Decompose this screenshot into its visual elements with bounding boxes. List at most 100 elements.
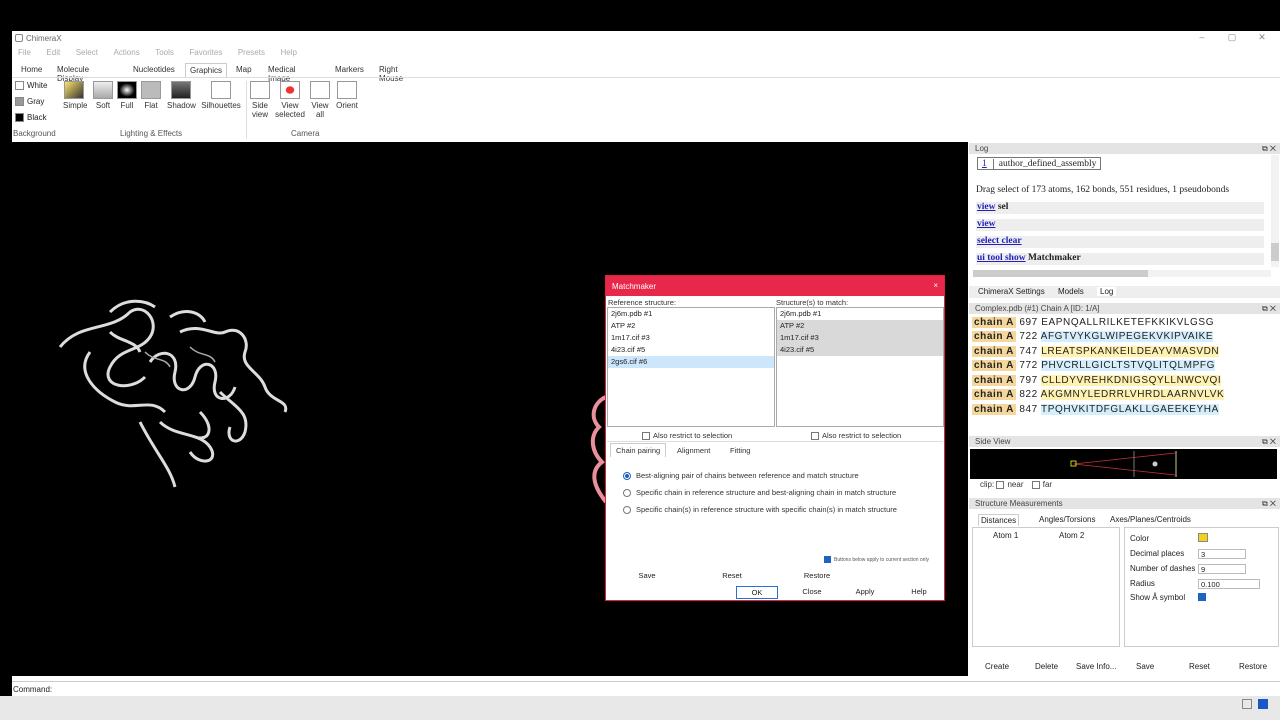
log-vertical-scrollbar[interactable]: [1271, 155, 1279, 267]
tab-graphics[interactable]: Graphics: [185, 63, 228, 78]
ref-item[interactable]: 2j6m.pdb #1: [608, 308, 774, 320]
tab-models[interactable]: Models: [1058, 287, 1084, 296]
side-view-canvas[interactable]: [970, 449, 1277, 479]
tab-chimerax-settings[interactable]: ChimeraX Settings: [978, 287, 1045, 296]
reference-list[interactable]: 2j6m.pdb #1 ATP #2 1m17.cif #3 4i23.cif …: [607, 307, 775, 427]
match-item[interactable]: ATP #2: [777, 320, 943, 332]
restore-button[interactable]: Restore: [796, 570, 838, 583]
sequence-row[interactable]: chain A 822 AKGMNYLEDRRLVHRDLAARNVLVK: [972, 389, 1225, 402]
save-button[interactable]: Save: [626, 570, 668, 583]
dashes-spinbox[interactable]: 9: [1198, 564, 1246, 574]
far-checkbox[interactable]: [1031, 480, 1040, 489]
ref-item-selected[interactable]: 2gs6.cif #6: [608, 356, 774, 368]
menu-presets[interactable]: Presets: [238, 48, 265, 57]
save-info-button[interactable]: Save Info...: [1076, 662, 1116, 671]
match-list[interactable]: 2j6m.pdb #1 ATP #2 1m17.cif #3 4i23.cif …: [776, 307, 944, 427]
panel-controls-icon[interactable]: ⧉ ✕: [1262, 143, 1276, 154]
help-button[interactable]: Help: [898, 586, 940, 599]
sequence-row[interactable]: chain A 722 AFGTVYKGLWIPEGEKVKIPVAIKE: [972, 331, 1214, 344]
color-swatch-button[interactable]: [1198, 533, 1208, 542]
option-best-aligning[interactable]: Best-aligning pair of chains between ref…: [623, 471, 859, 481]
log-command-link[interactable]: select clear: [977, 236, 1022, 246]
side-view-button[interactable]: Side view: [249, 81, 271, 119]
tab-nucleotides[interactable]: Nucleotides: [129, 63, 179, 76]
sequence-row[interactable]: chain A 747 LREATSPKANKEILDEAYVMASVDN: [972, 346, 1220, 359]
assembly-number-link[interactable]: 1: [982, 159, 987, 169]
menu-file[interactable]: File: [18, 48, 31, 57]
distances-table[interactable]: Atom 1 Atom 2: [972, 527, 1120, 647]
option-specific-chains[interactable]: Specific chain(s) in reference structure…: [623, 505, 897, 515]
close-button[interactable]: Close: [791, 586, 833, 599]
minimize-icon[interactable]: –: [1195, 32, 1209, 44]
near-checkbox[interactable]: [996, 480, 1005, 489]
show-angstrom-checkbox[interactable]: [1198, 593, 1206, 601]
view-selected-button[interactable]: View selected: [275, 81, 305, 119]
scrollbar-thumb[interactable]: [973, 270, 1148, 277]
orient-button[interactable]: Orient: [334, 81, 360, 110]
tab-distances[interactable]: Distances: [978, 514, 1020, 526]
ref-item[interactable]: 1m17.cif #3: [608, 332, 774, 344]
command-input[interactable]: [54, 683, 1269, 694]
ok-button[interactable]: OK: [736, 586, 778, 599]
panel-controls-icon[interactable]: ⧉ ✕: [1262, 303, 1276, 314]
sequence-row[interactable]: chain A 797 CLLDYVREHKDNIGSQYLLNWCVQI: [972, 375, 1222, 388]
menu-tools[interactable]: Tools: [155, 48, 174, 57]
restrict-left-checkbox[interactable]: Also restrict to selection: [642, 431, 732, 441]
tab-alignment[interactable]: Alignment: [672, 444, 715, 457]
tab-chain-pairing[interactable]: Chain pairing: [610, 443, 667, 457]
decimal-places-spinbox[interactable]: 3: [1198, 549, 1246, 559]
sequence-row[interactable]: chain A 772 PHVCRLLGICLTSTVQLITQLMPFG: [972, 360, 1215, 373]
apply-button[interactable]: Apply: [844, 586, 886, 599]
tab-axes-planes[interactable]: Axes/Planes/Centroids: [1110, 515, 1191, 524]
bg-white-button[interactable]: White: [15, 81, 47, 91]
view-all-button[interactable]: View all: [309, 81, 331, 119]
menu-select[interactable]: Select: [76, 48, 98, 57]
menu-actions[interactable]: Actions: [113, 48, 139, 57]
lighting-full-button[interactable]: Full: [116, 81, 138, 110]
ref-item[interactable]: 4i23.cif #5: [608, 344, 774, 356]
reset-button[interactable]: Reset: [1189, 662, 1210, 671]
match-item[interactable]: 2j6m.pdb #1: [777, 308, 943, 320]
bg-black-button[interactable]: Black: [15, 113, 47, 123]
match-item[interactable]: 1m17.cif #3: [777, 332, 943, 344]
tab-map[interactable]: Map: [232, 63, 256, 76]
tab-markers[interactable]: Markers: [331, 63, 368, 76]
delete-button[interactable]: Delete: [1035, 662, 1058, 671]
tab-home[interactable]: Home: [17, 63, 46, 76]
dialog-close-icon[interactable]: ×: [933, 281, 938, 290]
lighting-simple-button[interactable]: Simple: [63, 81, 87, 110]
tray-icon[interactable]: [1242, 699, 1252, 709]
sequence-row[interactable]: chain A 697 EAPNQALLRILKETEFKKIKVLGSG: [972, 317, 1214, 330]
panel-controls-icon[interactable]: ⧉ ✕: [1262, 498, 1276, 509]
tab-log[interactable]: Log: [1097, 287, 1117, 296]
reset-button[interactable]: Reset: [711, 570, 753, 583]
lighting-shadow-button[interactable]: Shadow: [167, 81, 196, 110]
scrollbar-thumb[interactable]: [1271, 243, 1279, 261]
save-button[interactable]: Save: [1136, 662, 1154, 671]
tray-icon[interactable]: [1258, 699, 1268, 709]
panel-controls-icon[interactable]: ⧉ ✕: [1262, 436, 1276, 447]
log-command-link[interactable]: view: [977, 219, 995, 229]
menu-help[interactable]: Help: [280, 48, 296, 57]
ref-item[interactable]: ATP #2: [608, 320, 774, 332]
option-specific-ref-chain[interactable]: Specific chain in reference structure an…: [623, 488, 896, 498]
maximize-icon[interactable]: ▢: [1225, 32, 1239, 44]
menu-favorites[interactable]: Favorites: [189, 48, 222, 57]
bg-gray-button[interactable]: Gray: [15, 97, 44, 107]
match-item[interactable]: 4i23.cif #5: [777, 344, 943, 356]
log-command-link[interactable]: ui tool show: [977, 253, 1026, 263]
log-horizontal-scrollbar[interactable]: [973, 270, 1271, 277]
restore-button[interactable]: Restore: [1239, 662, 1267, 671]
create-button[interactable]: Create: [985, 662, 1009, 671]
restrict-right-checkbox[interactable]: Also restrict to selection: [811, 431, 901, 441]
tab-angles-torsions[interactable]: Angles/Torsions: [1039, 515, 1095, 524]
tab-fitting[interactable]: Fitting: [725, 444, 755, 457]
log-command-link[interactable]: view: [977, 202, 995, 212]
radius-spinbox[interactable]: 0.100: [1198, 579, 1260, 589]
sequence-row[interactable]: chain A 847 TPQHVKITDFGLAKLLGAEEKEYHA: [972, 404, 1219, 417]
lighting-soft-button[interactable]: Soft: [92, 81, 114, 110]
close-icon[interactable]: ✕: [1255, 32, 1269, 44]
lighting-flat-button[interactable]: Flat: [140, 81, 162, 110]
section-only-checkbox[interactable]: Buttons below apply to current section o…: [824, 556, 929, 563]
silhouettes-button[interactable]: Silhouettes: [201, 81, 241, 110]
